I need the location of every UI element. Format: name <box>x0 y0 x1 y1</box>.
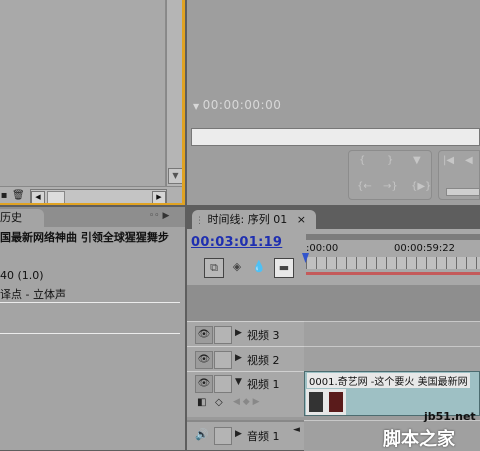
eye-icon[interactable]: 👁 <box>195 326 213 344</box>
monitor-timecode-value[interactable]: 00:00:00:00 <box>203 98 282 112</box>
monitor-mark-controls: { } ▼ {← →} {▶} <box>348 150 432 200</box>
watermark-url: jb51.net <box>424 410 476 423</box>
tab-history[interactable]: 历史 <box>0 209 44 227</box>
keyframe-nav-icon[interactable]: ◀ ◆ ▶ <box>233 397 260 407</box>
eye-icon[interactable]: 👁 <box>195 375 213 393</box>
close-icon[interactable]: × <box>297 213 306 226</box>
snap-icon[interactable]: ⧉ <box>204 258 224 278</box>
track-content-video-3[interactable] <box>304 321 480 347</box>
expand-triangle-icon[interactable]: ▶ <box>235 429 242 439</box>
lock-icon[interactable] <box>214 326 232 344</box>
panel-menu-icon[interactable]: ◦◦ ▶ <box>149 211 179 225</box>
zoom-scroll-bar[interactable] <box>306 234 480 240</box>
step-back-icon[interactable]: |◀ <box>443 155 454 166</box>
track-header-video-2[interactable]: 👁 ▶ 视频 2 <box>187 346 304 372</box>
timeline-current-timecode[interactable]: 00:03:01:19 <box>191 235 282 250</box>
monitor-timecode[interactable]: ▼ 00:00:00:00 <box>193 98 281 112</box>
display-style-icon[interactable]: ◧ <box>197 397 206 408</box>
ruler-label-start: :00:00 <box>306 243 339 254</box>
divider <box>0 302 180 303</box>
work-area-bar[interactable] <box>306 272 480 275</box>
project-vertical-scrollbar[interactable]: ▼ <box>166 0 183 186</box>
eye-icon[interactable]: 👁 <box>195 351 213 369</box>
expand-triangle-icon[interactable]: ▶ <box>235 328 242 338</box>
history-item-title[interactable]: 国最新网络神曲 引领全球猩猩舞步 <box>0 229 169 245</box>
clip-thumbnail <box>306 389 346 415</box>
track-content-video-2[interactable] <box>304 346 480 372</box>
monitor-time-bar[interactable] <box>191 128 480 146</box>
timeline-toolbar: ⧉ ◈ 💧 ▬ <box>204 258 298 278</box>
thumbnail-frame <box>329 392 343 412</box>
track-name: 视频 2 <box>247 354 280 367</box>
track-header-video-3[interactable]: 👁 ▶ 视频 3 <box>187 321 304 347</box>
history-item-detail: 译点 - 立体声 <box>0 288 66 301</box>
speaker-icon[interactable]: 🔊 <box>195 428 209 441</box>
grip-icon: ⋮ <box>195 216 204 226</box>
lock-icon[interactable] <box>214 375 232 393</box>
divider <box>0 333 180 334</box>
lock-icon[interactable] <box>214 351 232 369</box>
track-name: 音频 1 <box>247 430 280 443</box>
keyframe-toggle-icon[interactable]: ◇ <box>215 397 223 408</box>
zoom-icon[interactable]: ▬ <box>274 258 294 278</box>
track-header-video-1[interactable]: 👁 ▼ 视频 1 ◧ ◇ ◀ ◆ ▶ <box>187 371 304 417</box>
track-name: 视频 3 <box>247 329 280 342</box>
history-item-info: 40 (1.0) <box>0 269 44 282</box>
jog-slider[interactable] <box>446 188 480 196</box>
play-in-out-icon[interactable]: {▶} <box>411 181 431 192</box>
goto-in-icon[interactable]: {← <box>357 181 372 192</box>
audio-channel-icon: ◄ <box>293 425 300 435</box>
watermark-name: 脚本之家 <box>383 429 455 450</box>
track-header-audio-1[interactable]: 🔊 ▶ 音频 1 ◄ <box>187 420 304 450</box>
expand-triangle-icon[interactable]: ▶ <box>235 353 242 363</box>
scroll-down-arrow-icon[interactable]: ▼ <box>168 168 183 184</box>
track-name: 视频 1 <box>247 378 280 391</box>
mark-in-icon[interactable]: { <box>359 155 365 166</box>
trash-icon[interactable]: 🗑 <box>12 189 25 203</box>
tab-timeline[interactable]: ⋮ 时间线: 序列 01 × <box>192 210 316 229</box>
timeline-empty-area <box>187 285 480 321</box>
active-panel-frame-bottom <box>0 203 185 205</box>
thumbnail-frame <box>309 392 323 412</box>
tab-timeline-label: 时间线: 序列 01 <box>207 213 288 226</box>
marker-icon[interactable]: ▼ <box>413 155 421 166</box>
watermark: jb51.net 脚本之家 <box>380 400 480 450</box>
lock-icon[interactable] <box>214 427 232 445</box>
clip-label: 0001.奇艺网 -这个要火 美国最新网 <box>307 373 470 388</box>
tab-history-label: 历史 <box>0 211 22 224</box>
mark-out-icon[interactable]: } <box>387 155 393 166</box>
collapse-triangle-icon[interactable]: ▼ <box>235 377 242 387</box>
active-panel-frame <box>182 0 185 205</box>
project-content-area[interactable] <box>0 0 166 186</box>
goto-out-icon[interactable]: →} <box>383 181 398 192</box>
marker-drop-icon[interactable]: 💧 <box>250 258 268 276</box>
time-ruler[interactable]: :00:00 00:00:59:22 <box>302 229 480 285</box>
timecode-triangle-icon: ▼ <box>193 102 200 111</box>
ruler-ticks <box>306 257 480 269</box>
ruler-label-mid: 00:00:59:22 <box>394 243 456 254</box>
play-icon[interactable]: ◀ <box>465 155 473 166</box>
keyframe-icon[interactable]: ◈ <box>228 258 246 276</box>
new-bin-icon[interactable]: ▪ <box>0 189 8 203</box>
